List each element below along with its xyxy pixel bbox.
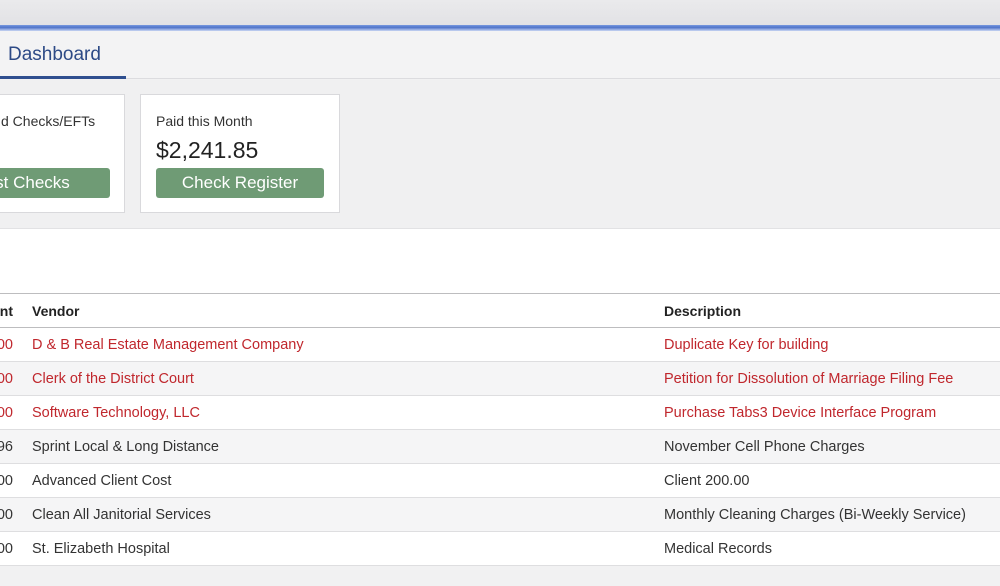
- checks-card-label: d Checks/EFTs: [1, 113, 96, 129]
- amount-cell: 00: [0, 405, 13, 421]
- vendor-cell[interactable]: Software Technology, LLC: [32, 405, 200, 421]
- vendor-cell: Clean All Janitorial Services: [32, 507, 211, 523]
- description-cell: Client 200.00: [664, 473, 750, 489]
- description-cell: November Cell Phone Charges: [664, 439, 865, 455]
- description-cell[interactable]: Duplicate Key for building: [664, 337, 828, 353]
- table-row[interactable]: 00 Software Technology, LLC Purchase Tabs3…: [0, 396, 1000, 430]
- paid-card-value: $2,241.85: [156, 137, 259, 163]
- header-description[interactable]: Description: [664, 303, 741, 319]
- tab-bar: Dashboard: [0, 31, 1000, 79]
- table-row[interactable]: 00 Clean All Janitorial Services Monthly C…: [0, 498, 1000, 532]
- window-top-strip: [0, 0, 1000, 26]
- checks-table: nt Vendor Description 00 D & B Real Estat…: [0, 293, 1000, 566]
- paid-this-month-card: Paid this Month $2,241.85 Check Register: [140, 94, 340, 213]
- tab-dashboard-label: Dashboard: [8, 44, 101, 65]
- tab-dashboard[interactable]: Dashboard: [0, 31, 126, 79]
- amount-cell: 00: [0, 371, 13, 387]
- print-checks-button[interactable]: st Checks: [0, 168, 110, 198]
- section-spacer: [0, 228, 1000, 294]
- vendor-cell[interactable]: D & B Real Estate Management Company: [32, 337, 304, 353]
- vendor-cell: Advanced Client Cost: [32, 473, 172, 489]
- check-register-button[interactable]: Check Register: [156, 168, 324, 198]
- amount-cell: 00: [0, 507, 13, 523]
- vendor-cell: Sprint Local & Long Distance: [32, 439, 219, 455]
- table-row[interactable]: 00 Clerk of the District Court Petition fo…: [0, 362, 1000, 396]
- table-row[interactable]: 00 St. Elizabeth Hospital Medical Records: [0, 532, 1000, 566]
- amount-cell: 00: [0, 337, 13, 353]
- vendor-cell[interactable]: Clerk of the District Court: [32, 371, 194, 387]
- checks-card: d Checks/EFTs st Checks: [0, 94, 125, 213]
- description-cell: Monthly Cleaning Charges (Bi-Weekly Serv…: [664, 507, 966, 523]
- table-row[interactable]: 00 Advanced Client Cost Client 200.00: [0, 464, 1000, 498]
- amount-cell: 00: [0, 541, 13, 557]
- description-cell: Medical Records: [664, 541, 772, 557]
- amount-cell: 96: [0, 439, 13, 455]
- amount-cell: 00: [0, 473, 13, 489]
- header-amount[interactable]: nt: [0, 303, 13, 319]
- summary-cards: d Checks/EFTs st Checks Paid this Month …: [0, 80, 1000, 228]
- description-cell[interactable]: Purchase Tabs3 Device Interface Program: [664, 405, 936, 421]
- vendor-cell: St. Elizabeth Hospital: [32, 541, 170, 557]
- table-header: nt Vendor Description: [0, 294, 1000, 328]
- paid-card-label: Paid this Month: [156, 113, 253, 129]
- table-row[interactable]: 00 D & B Real Estate Management Company Du…: [0, 328, 1000, 362]
- header-vendor[interactable]: Vendor: [32, 303, 79, 319]
- table-body: 00 D & B Real Estate Management Company Du…: [0, 328, 1000, 566]
- description-cell[interactable]: Petition for Dissolution of Marriage Fil…: [664, 371, 953, 387]
- table-row[interactable]: 96 Sprint Local & Long Distance November C…: [0, 430, 1000, 464]
